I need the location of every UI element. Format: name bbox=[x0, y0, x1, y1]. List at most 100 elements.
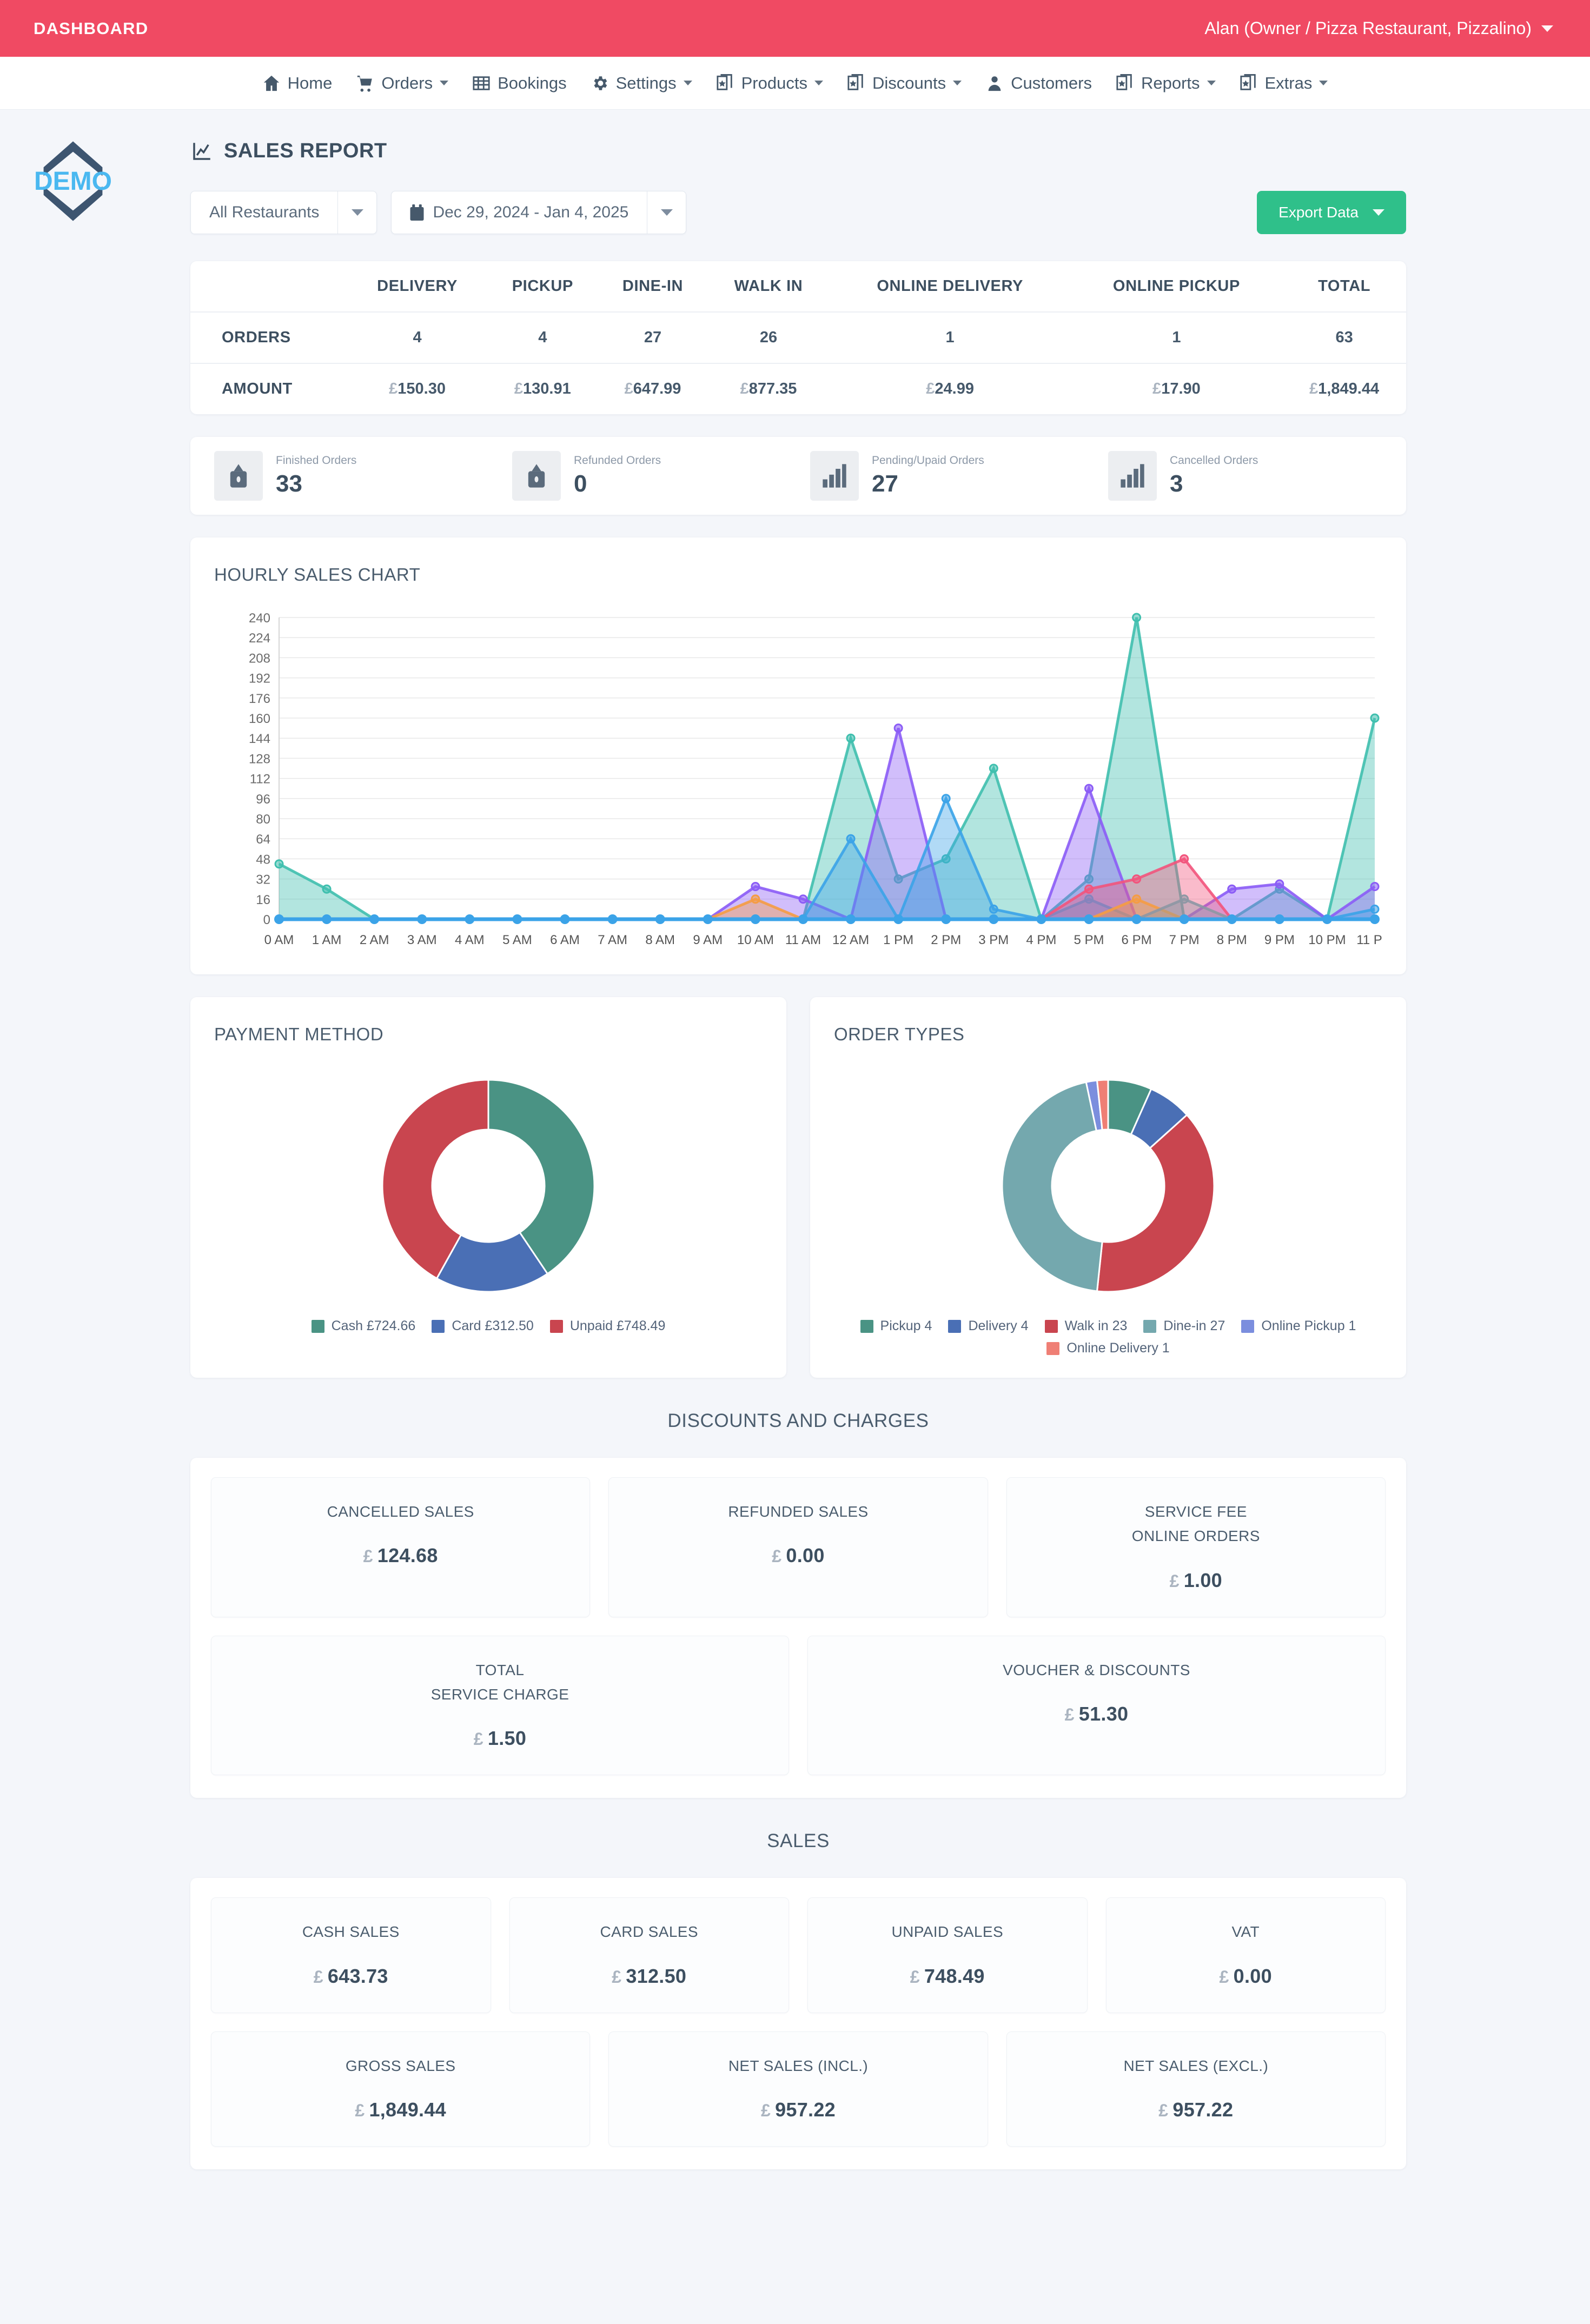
col-delivery: DELIVERY bbox=[377, 277, 458, 295]
svg-text:0 AM: 0 AM bbox=[264, 933, 294, 947]
pages-icon bbox=[716, 74, 734, 92]
tile-value: £0.00 bbox=[772, 1544, 825, 1567]
chevron-down-icon[interactable] bbox=[337, 191, 376, 234]
restaurant-select[interactable]: All Restaurants bbox=[190, 191, 377, 234]
summary-table-card: DELIVERY PICKUP DINE-IN WALK IN ONLINE D… bbox=[190, 261, 1406, 414]
legend-item[interactable]: Dine-in 27 bbox=[1143, 1318, 1225, 1334]
svg-text:2 AM: 2 AM bbox=[360, 933, 389, 947]
nav-item-orders[interactable]: Orders bbox=[344, 74, 460, 93]
svg-text:2 PM: 2 PM bbox=[931, 933, 961, 947]
svg-text:7 AM: 7 AM bbox=[598, 933, 627, 947]
svg-text:80: 80 bbox=[256, 812, 270, 827]
page-title: SALES REPORT bbox=[190, 140, 1406, 163]
legend-item[interactable]: Online Delivery 1 bbox=[1046, 1340, 1170, 1356]
col-online-pickup: ONLINE PICKUP bbox=[1112, 277, 1240, 295]
chevron-down-icon bbox=[1541, 25, 1553, 32]
user-menu-label: Alan (Owner / Pizza Restaurant, Pizzalin… bbox=[1204, 18, 1532, 38]
main-navigation: Home Orders Bookings Settings Products D… bbox=[0, 57, 1590, 110]
legend-label: Online Pickup 1 bbox=[1261, 1318, 1356, 1333]
cell: £17.90 bbox=[1152, 380, 1201, 397]
page-title-label: SALES REPORT bbox=[224, 140, 387, 162]
chevron-down-icon bbox=[440, 81, 449, 85]
legend-item[interactable]: Pickup 4 bbox=[860, 1318, 932, 1334]
tile-label: CANCELLED SALES bbox=[327, 1503, 474, 1520]
legend-label: Card £312.50 bbox=[452, 1318, 534, 1333]
legend-swatch bbox=[860, 1319, 873, 1333]
tile-value: £957.22 bbox=[760, 2099, 836, 2121]
order-types-legend: Pickup 4 Delivery 4 Walk in 23 Dine-in 27 On… bbox=[834, 1318, 1382, 1356]
discounts-row-2: TOTAL SERVICE CHARGE £1.50 VOUCHER & DIS… bbox=[211, 1635, 1386, 1776]
svg-text:112: 112 bbox=[250, 772, 270, 787]
svg-text:3 AM: 3 AM bbox=[407, 933, 437, 947]
tile-gross-sales: GROSS SALES £1,849.44 bbox=[211, 2031, 591, 2147]
discounts-section-heading: DISCOUNTS AND CHARGES bbox=[667, 1410, 929, 1431]
date-range-select[interactable]: Dec 29, 2024 - Jan 4, 2025 bbox=[391, 191, 687, 234]
nav-item-products[interactable]: Products bbox=[704, 74, 835, 93]
legend-item[interactable]: Walk in 23 bbox=[1044, 1318, 1127, 1334]
sales-section-heading: SALES bbox=[767, 1830, 830, 1852]
stat-value: 0 bbox=[574, 470, 587, 497]
home-icon bbox=[262, 74, 281, 92]
cell: 26 bbox=[759, 329, 778, 346]
discounts-charges-card: CANCELLED SALES £124.68 REFUNDED SALES £… bbox=[190, 1458, 1406, 1798]
pages-icon bbox=[1116, 74, 1134, 92]
order-types-title: ORDER TYPES bbox=[834, 1024, 965, 1044]
stat-value: 33 bbox=[276, 470, 302, 497]
col-dine-in: DINE-IN bbox=[622, 277, 684, 295]
page-body: DEMO SALES REPORT All Restaurants Dec 29… bbox=[0, 110, 1590, 2225]
demo-logo: DEMO bbox=[30, 138, 116, 224]
legend-item[interactable]: Card £312.50 bbox=[432, 1318, 534, 1334]
tile-service-fee: SERVICE FEE ONLINE ORDERS £1.00 bbox=[1006, 1477, 1386, 1617]
tile-label: NET SALES (EXCL.) bbox=[1123, 2057, 1269, 2074]
nav-label: Bookings bbox=[498, 73, 567, 92]
nav-label: Home bbox=[287, 73, 333, 92]
user-icon bbox=[985, 74, 1004, 92]
table-row-orders: ORDERS 4 4 27 26 1 1 63 bbox=[190, 312, 1406, 363]
legend-item[interactable]: Online Pickup 1 bbox=[1241, 1318, 1356, 1334]
order-types-donut bbox=[834, 1070, 1382, 1302]
hourly-chart-plot: 0 16 32 48 64 80 96 112 128 144 160 176 192 208 224 240… bbox=[214, 610, 1382, 956]
svg-text:3 PM: 3 PM bbox=[978, 933, 1009, 947]
stat-value: 27 bbox=[872, 470, 898, 497]
legend-swatch bbox=[1044, 1319, 1058, 1333]
tile-value: £124.68 bbox=[363, 1544, 438, 1567]
export-data-button[interactable]: Export Data bbox=[1257, 191, 1406, 234]
tile-label: CARD SALES bbox=[600, 1923, 698, 1941]
svg-text:176: 176 bbox=[249, 692, 270, 706]
legend-swatch bbox=[948, 1319, 962, 1333]
stat-label: Finished Orders bbox=[276, 454, 357, 467]
nav-item-reports[interactable]: Reports bbox=[1104, 74, 1228, 93]
chart-line-icon bbox=[190, 140, 213, 163]
nav-item-extras[interactable]: Extras bbox=[1228, 74, 1340, 93]
nav-item-discounts[interactable]: Discounts bbox=[835, 74, 973, 93]
svg-text:10 AM: 10 AM bbox=[737, 933, 774, 947]
legend-label: Dine-in 27 bbox=[1163, 1318, 1225, 1333]
legend-swatch bbox=[1241, 1319, 1255, 1333]
legend-item[interactable]: Unpaid £748.49 bbox=[549, 1318, 665, 1334]
nav-item-customers[interactable]: Customers bbox=[973, 74, 1104, 93]
user-menu[interactable]: Alan (Owner / Pizza Restaurant, Pizzalin… bbox=[1204, 18, 1553, 38]
dashboard-title: DASHBOARD bbox=[34, 18, 149, 38]
stat-label: Cancelled Orders bbox=[1170, 454, 1258, 467]
svg-text:10 PM: 10 PM bbox=[1308, 933, 1346, 947]
nav-item-home[interactable]: Home bbox=[250, 74, 345, 93]
sales-card: CASH SALES £643.73 CARD SALES £312.50 UN… bbox=[190, 1878, 1406, 2170]
hourly-chart-svg: 0 16 32 48 64 80 96 112 128 144 160 176 192 208 224 240… bbox=[249, 611, 1382, 947]
table-row-amount: AMOUNT £150.30 £130.91 £647.99 £877.35 £… bbox=[190, 363, 1406, 414]
chevron-down-icon[interactable] bbox=[647, 191, 686, 234]
col-blank bbox=[190, 261, 347, 312]
legend-item[interactable]: Delivery 4 bbox=[948, 1318, 1029, 1334]
legend-item[interactable]: Cash £724.66 bbox=[311, 1318, 415, 1334]
nav-label: Reports bbox=[1141, 73, 1200, 92]
cell: 27 bbox=[644, 329, 662, 346]
nav-item-bookings[interactable]: Bookings bbox=[460, 74, 579, 93]
chevron-down-icon bbox=[1373, 209, 1384, 216]
tile-sublabel: ONLINE ORDERS bbox=[1131, 1528, 1260, 1545]
legend-label: Pickup 4 bbox=[880, 1318, 932, 1333]
stat-label: Pending/Upaid Orders bbox=[872, 454, 984, 467]
donut-slice[interactable] bbox=[1001, 1081, 1103, 1292]
svg-text:8 AM: 8 AM bbox=[645, 933, 675, 947]
restaurant-select-value: All Restaurants bbox=[209, 203, 320, 221]
nav-label: Discounts bbox=[872, 73, 946, 92]
nav-item-settings[interactable]: Settings bbox=[579, 74, 704, 93]
